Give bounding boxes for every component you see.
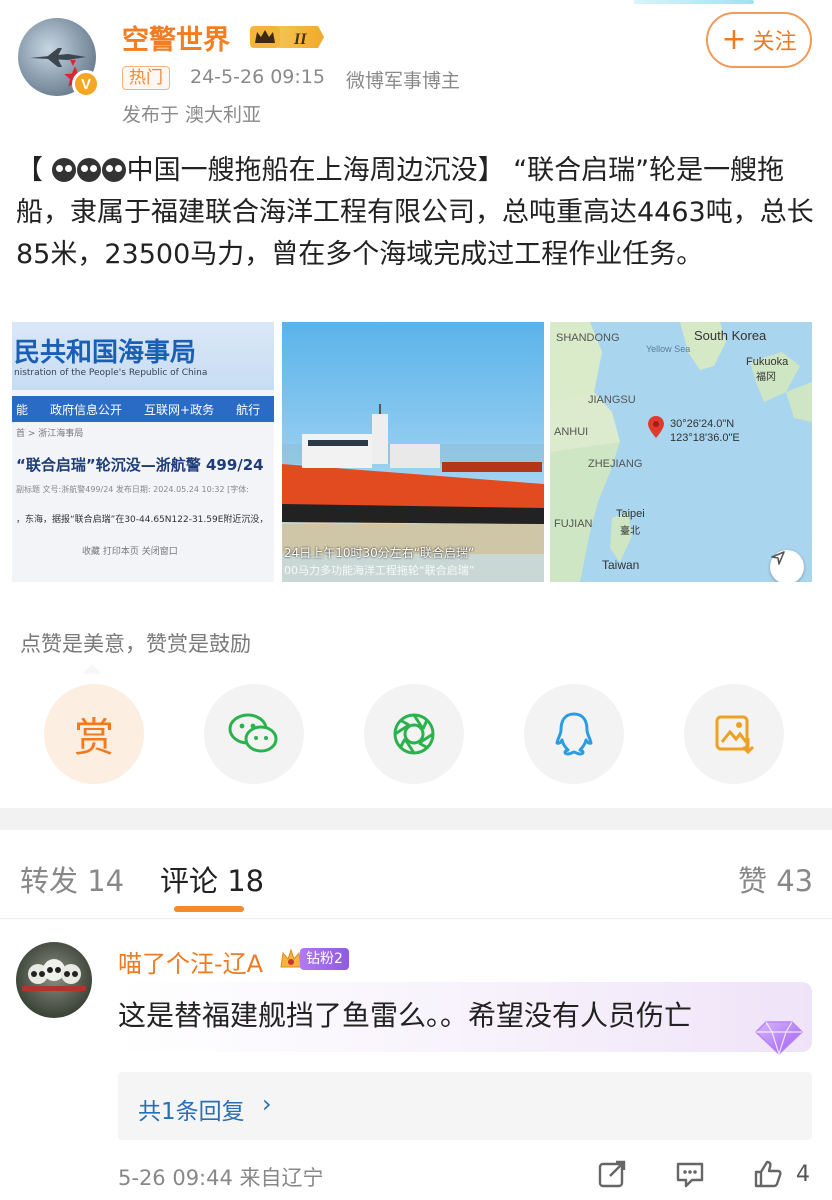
map-label: SHANDONG — [556, 332, 620, 344]
tooltip-arrow — [82, 664, 102, 674]
map-label: Fukuoka — [746, 356, 789, 368]
diamond-icon — [754, 1021, 804, 1056]
post-image-map[interactable]: SHANDONG Yellow Sea South Korea Fukuoka … — [550, 322, 812, 582]
reward-button[interactable]: 赏 — [44, 684, 144, 784]
map-label: FUJIAN — [554, 518, 593, 530]
save-image-icon — [715, 715, 755, 755]
share-wechat-button[interactable] — [204, 684, 304, 784]
map-label: Taipei — [616, 508, 645, 520]
plus-icon: + — [721, 22, 747, 57]
post-headline: 中国一艘拖船在上海周边沉没 — [126, 155, 478, 186]
level-text: II — [293, 31, 307, 48]
face-emoji-icon — [101, 158, 126, 182]
post-image-msa-notice[interactable]: 民共和国海事局 nistration of the People's Repub… — [12, 322, 274, 582]
pin-coordinate-lat: 30°26'24.0"N — [670, 418, 735, 430]
map-pin-icon — [648, 416, 664, 438]
verified-icon: V — [72, 70, 100, 98]
map-label: 福冈 — [756, 372, 776, 383]
notice-tools: 收藏 打印本页 关闭窗口 — [82, 547, 178, 557]
video-caption-2: 00马力多功能海洋工程拖轮“联合启瑞” — [284, 564, 475, 577]
post-image-ship[interactable]: 24日上午10时30分左右“联合启瑞” 00马力多功能海洋工程拖轮“联合启瑞” — [282, 322, 544, 582]
map-label: JIANGSU — [588, 394, 636, 406]
map-label: Yellow Sea — [646, 344, 691, 354]
moments-aperture-icon — [393, 713, 435, 755]
chevron-right-icon: › — [262, 1090, 272, 1118]
navigate-arrow-icon — [771, 551, 785, 565]
face-emoji-icon — [51, 158, 76, 182]
author-name[interactable]: 空警世界 — [122, 18, 230, 57]
post-time: 24-5-26 09:15 — [190, 66, 325, 88]
like-thumb-icon[interactable] — [752, 1158, 784, 1190]
post-source: 微博军事博主 — [346, 70, 461, 92]
qq-icon — [555, 712, 593, 756]
weibo-post-page: V 空警世界 II 热门 24-5-26 09:15 微博军事博主 发布于 澳大… — [0, 0, 832, 1200]
site-subtitle: nistration of the People's Republic of C… — [14, 368, 208, 378]
follow-label: 关注 — [752, 30, 797, 55]
tab-reposts[interactable]: 转发 14 — [20, 858, 124, 900]
site-nav-item: 政府信息公开 — [50, 402, 123, 417]
notice-headline: “联合启瑞”轮沉没—浙航警 499/24 — [16, 456, 264, 474]
notice-info: 副标题 文号:浙航警499/24 发布日期: 2024.05.24 10:32 … — [16, 485, 249, 494]
bracket-close: 】 — [477, 155, 505, 186]
post-text: 【 中国一艘拖船在上海周边沉没】 “联合启瑞”轮是一艘拖船，隶属于福建联合海洋工… — [16, 150, 816, 276]
section-divider — [0, 808, 832, 830]
share-qq-button[interactable] — [524, 684, 624, 784]
comment-text: 这是替福建舰挡了鱼雷么。。希望没有人员伤亡 — [118, 999, 693, 1032]
video-caption-1: 24日上午10时30分左右“联合启瑞” — [284, 546, 475, 560]
map-label: South Korea — [694, 328, 767, 343]
comment-like-count: 4 — [796, 1162, 810, 1187]
tab-comments[interactable]: 评论 18 — [160, 858, 264, 900]
reward-prompt: 点赞是美意，赞赏是鼓励 — [20, 632, 251, 656]
map-label: Taiwan — [602, 558, 640, 572]
map-label: ANHUI — [554, 426, 589, 438]
site-nav-item: 能 — [16, 402, 29, 417]
bracket-open: 【 — [16, 155, 43, 186]
share-icon[interactable] — [596, 1158, 628, 1190]
site-nav-item: 互联网+政务 — [144, 402, 215, 417]
map-label: ZHEJIANG — [588, 458, 643, 470]
tab-divider — [0, 918, 832, 919]
site-nav-item: 航行 — [236, 402, 261, 417]
view-replies-link[interactable]: 共1条回复 — [138, 1092, 245, 1126]
commenter-name[interactable]: 喵了个汪-辽A — [118, 944, 263, 979]
member-level-badge: II — [250, 26, 324, 48]
ship-illustration — [282, 404, 544, 554]
map-navigate-button[interactable] — [770, 550, 804, 582]
wechat-icon — [228, 713, 278, 753]
tab-likes[interactable]: 赞 43 — [738, 858, 813, 900]
comment-icon[interactable] — [674, 1158, 706, 1190]
share-moments-button[interactable] — [364, 684, 464, 784]
reward-label: 赏 — [74, 715, 114, 761]
post-location: 发布于 澳大利亚 — [122, 104, 262, 126]
face-emoji-icon — [76, 158, 101, 182]
pin-coordinate-lon: 123°18'36.0"E — [670, 432, 740, 444]
map-label: 臺北 — [620, 526, 640, 537]
author-avatar[interactable]: V — [18, 18, 100, 98]
save-image-button[interactable] — [684, 684, 784, 784]
fan-badge-label: 钻粉2 — [300, 948, 349, 970]
active-tab-indicator — [174, 906, 244, 912]
comment-time-location: 5-26 09:44 来自辽宁 — [118, 1166, 324, 1190]
notice-body: ，东海，据报“联合启瑞”在30-44.65N122-31.59E附近沉没， — [16, 515, 269, 525]
site-title: 民共和国海事局 — [14, 338, 197, 368]
site-breadcrumb: 首 > 浙江海事局 — [16, 429, 84, 439]
follow-button[interactable]: + 关注 — [706, 12, 812, 68]
fan-badge: 钻粉2 — [278, 946, 349, 972]
hot-tag: 热门 — [122, 66, 170, 90]
site-nav: 能 政府信息公开 互联网+政务 航行 — [12, 396, 274, 422]
panda-avatar-image — [22, 959, 86, 991]
commenter-avatar[interactable] — [16, 942, 92, 1018]
top-decoration — [634, 0, 754, 4]
